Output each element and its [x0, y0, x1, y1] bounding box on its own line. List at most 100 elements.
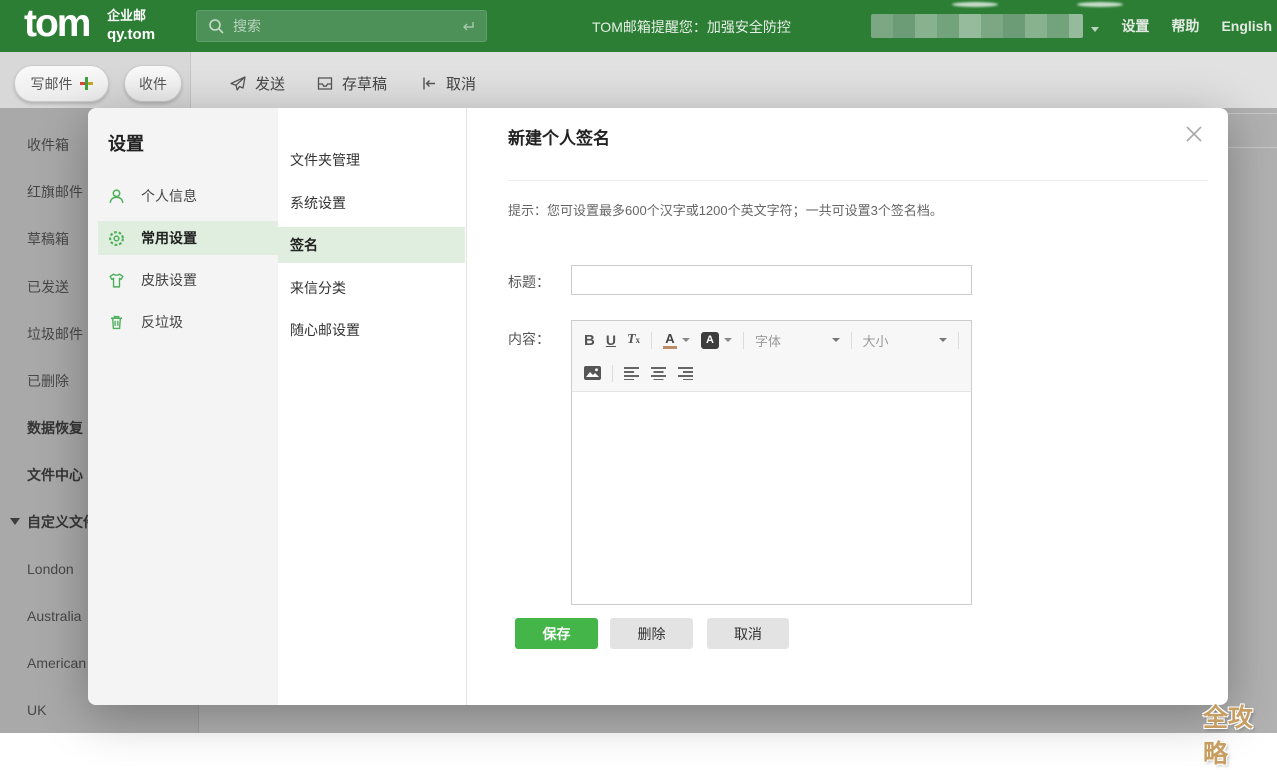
submenu-suixin-mail[interactable]: 随心邮设置: [278, 312, 465, 348]
font-size-dropdown[interactable]: 大小: [862, 331, 947, 350]
sidebar-item-flagged[interactable]: 红旗邮件: [27, 183, 83, 201]
settings-menu-panel: 设置 个人信息 常用设置 皮肤设置: [88, 108, 278, 705]
chevron-down-icon: [832, 338, 840, 342]
signature-content-editor[interactable]: [572, 392, 971, 605]
receive-button-label: 收件: [139, 74, 167, 94]
save-draft-button[interactable]: 存草稿: [316, 65, 387, 102]
draft-icon: [316, 75, 334, 92]
signature-hint: 提示：您可设置最多600个汉字或1200个英文字符；一共可设置3个签名档。: [508, 200, 943, 219]
divider: [508, 180, 1208, 181]
menu-item-common-settings[interactable]: 常用设置: [98, 221, 278, 255]
menu-item-personal-info[interactable]: 个人信息: [88, 179, 278, 213]
menu-item-skin-settings[interactable]: 皮肤设置: [88, 263, 278, 297]
font-color-icon: A: [663, 332, 677, 349]
editor-toolbar: B U Tx A A 字体: [572, 321, 971, 392]
sidebar-item-folder-australia[interactable]: Australia: [27, 607, 81, 625]
content-label: 内容：: [508, 329, 550, 349]
nav-help[interactable]: 帮助: [1171, 16, 1199, 36]
underline-button[interactable]: U: [606, 332, 616, 348]
align-right-button[interactable]: [678, 367, 694, 380]
title-label: 标题：: [508, 272, 550, 292]
font-size-value: 大小: [862, 331, 888, 350]
security-notice: TOM邮箱提醒您：加强安全防控: [592, 17, 791, 37]
sidebar-item-folder-uk[interactable]: UK: [27, 701, 46, 719]
close-icon[interactable]: [1183, 124, 1205, 146]
highlight-color-icon: A: [701, 332, 719, 349]
chevron-down-icon: [724, 338, 732, 342]
receive-button[interactable]: 收件: [124, 65, 182, 102]
clear-format-t: T: [627, 332, 636, 348]
sidebar-item-drafts[interactable]: 草稿箱: [27, 230, 69, 248]
sidebar-item-inbox[interactable]: 收件箱: [27, 136, 69, 154]
divider: [958, 332, 959, 349]
sidebar-item-folder-london[interactable]: London: [27, 560, 74, 578]
user-email-redacted: [871, 14, 1083, 38]
header: tom 企业邮 qy.tom TOM邮箱提醒您：加强安全防控 设置 帮助 Eng…: [0, 0, 1277, 52]
font-color-button[interactable]: A: [663, 332, 690, 349]
rich-text-editor: B U Tx A A 字体: [571, 320, 972, 605]
save-draft-label: 存草稿: [342, 73, 387, 94]
sidebar-item-sent[interactable]: 已发送: [27, 278, 69, 296]
user-icon: [108, 188, 125, 205]
menu-item-anti-spam[interactable]: 反垃圾: [88, 305, 278, 339]
submenu-system-settings[interactable]: 系统设置: [278, 185, 465, 221]
shirt-icon: [108, 272, 125, 289]
clear-format-button[interactable]: Tx: [627, 332, 640, 348]
chevron-down-icon: [682, 338, 690, 342]
watermark: 全攻略: [1203, 698, 1277, 770]
header-user-area: 设置 帮助 English: [871, 0, 1272, 52]
align-left-button[interactable]: [624, 367, 640, 380]
send-label: 发送: [255, 73, 285, 94]
cancel-compose-button[interactable]: 取消: [420, 65, 476, 102]
delete-button[interactable]: 删除: [610, 618, 693, 649]
bold-button[interactable]: B: [584, 332, 595, 349]
font-family-dropdown[interactable]: 字体: [755, 331, 840, 350]
cancel-button[interactable]: 取消: [707, 618, 789, 649]
brand-line2: qy.tom: [107, 25, 155, 45]
align-left-icon: [624, 367, 640, 380]
compose-button[interactable]: 写邮件: [14, 65, 109, 102]
nav-english[interactable]: English: [1221, 18, 1272, 34]
cancel-icon: [420, 75, 438, 92]
nav-settings[interactable]: 设置: [1121, 16, 1149, 36]
compose-toolbar: 写邮件 收件 发送 存草稿 取消: [0, 52, 1277, 108]
sidebar-item-deleted[interactable]: 已删除: [27, 372, 69, 390]
brand-text: 企业邮 qy.tom: [107, 8, 155, 44]
search-icon: [208, 18, 224, 34]
save-button[interactable]: 保存: [515, 618, 598, 649]
search-box[interactable]: [196, 10, 487, 42]
signature-title-input[interactable]: [571, 265, 972, 295]
gear-icon: [108, 230, 125, 247]
sidebar-item-folder-american[interactable]: American: [27, 654, 86, 672]
settings-modal: 设置 个人信息 常用设置 皮肤设置: [88, 108, 1228, 705]
folder-expander-icon[interactable]: [10, 518, 20, 525]
sidebar-item-spam[interactable]: 垃圾邮件: [27, 325, 83, 343]
sidebar-item-file-center[interactable]: 文件中心: [27, 466, 83, 484]
divider: [651, 332, 652, 349]
submenu-signature[interactable]: 签名: [278, 227, 465, 263]
divider: [743, 332, 744, 349]
settings-submenu-panel: 文件夹管理 系统设置 签名 来信分类 随心邮设置: [278, 108, 467, 705]
trash-icon: [108, 314, 125, 331]
insert-image-button[interactable]: [584, 366, 601, 380]
menu-item-label: 皮肤设置: [141, 270, 197, 290]
brand-line1: 企业邮: [107, 8, 155, 25]
sidebar-item-data-recovery[interactable]: 数据恢复: [27, 419, 83, 437]
enter-icon[interactable]: [460, 19, 476, 35]
menu-item-label: 个人信息: [141, 186, 197, 206]
settings-title: 设置: [108, 130, 144, 156]
highlight-color-button[interactable]: A: [701, 332, 732, 349]
align-center-button[interactable]: [651, 367, 667, 380]
submenu-folder-management[interactable]: 文件夹管理: [278, 142, 465, 178]
send-icon: [229, 75, 247, 92]
font-family-value: 字体: [755, 331, 781, 350]
cancel-compose-label: 取消: [446, 73, 476, 94]
send-button[interactable]: 发送: [229, 65, 285, 102]
submenu-mail-sorting[interactable]: 来信分类: [278, 270, 465, 306]
tom-logo[interactable]: tom: [24, 2, 90, 46]
chevron-down-icon[interactable]: [1091, 27, 1099, 32]
align-right-icon: [678, 367, 694, 380]
panel-title: 新建个人签名: [508, 124, 610, 149]
divider: [612, 365, 613, 382]
search-input[interactable]: [233, 18, 443, 34]
